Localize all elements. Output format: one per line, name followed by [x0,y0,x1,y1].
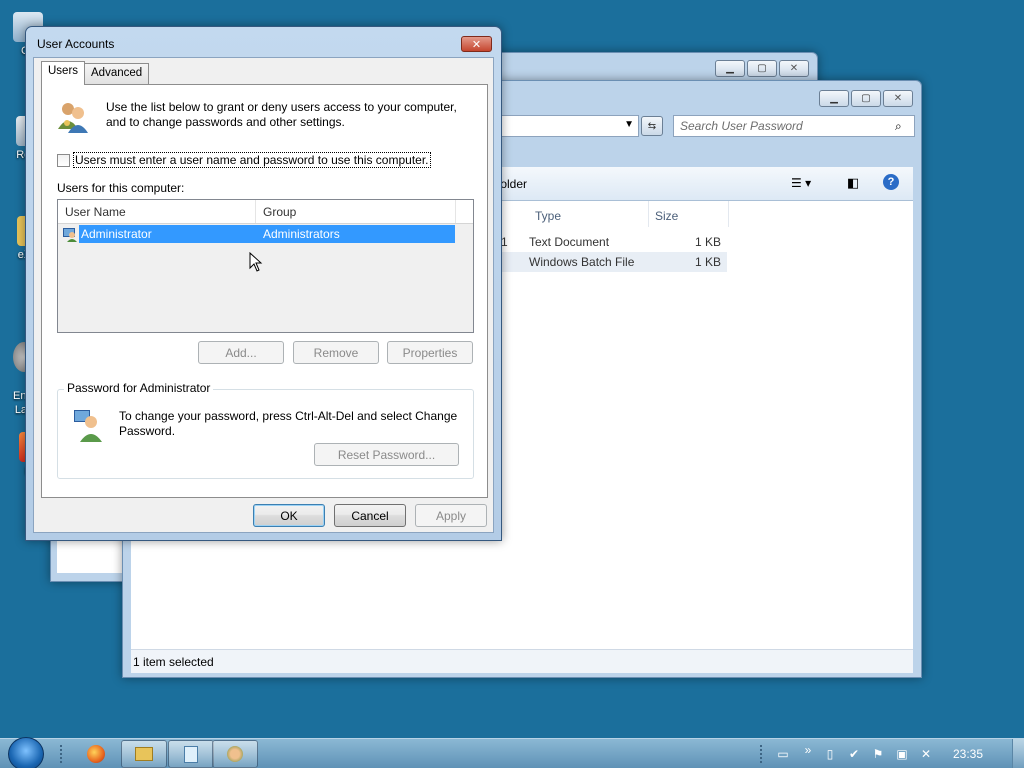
password-text: To change your password, press Ctrl-Alt-… [119,409,458,438]
ok-button[interactable]: OK [253,504,325,527]
start-button[interactable] [8,737,44,768]
taskbar: ▭ » ▯ ✔ ⚑ ▣ ✕ 23:35 [0,737,1024,768]
caption-buttons: ▁ ▢ ✕ [715,60,809,77]
status-text: 1 item selected [133,655,214,669]
document-icon[interactable]: ▯ [822,747,838,761]
command-bar: folder ☰ ▾ ◧ ? [493,167,913,201]
notepad-taskbar-button[interactable] [168,740,214,768]
user-icon [63,228,77,242]
taskbar-grip[interactable] [60,745,65,763]
column-header-group[interactable]: Group [256,200,456,223]
tab-users[interactable]: Users [41,61,86,85]
require-password-row[interactable]: Users must enter a user name and passwor… [57,152,431,168]
column-header-type[interactable]: Type [529,201,649,227]
close-button[interactable]: ✕ [883,90,913,107]
user-password-icon [74,410,102,442]
chevron-down-icon[interactable]: ▼ [624,119,634,130]
help-icon[interactable]: ? [883,174,899,190]
search-icon[interactable]: ⌕ [895,119,902,134]
volume-muted-icon[interactable]: ✕ [918,747,934,761]
folder-icon [135,747,153,761]
password-group-legend: Password for Administrator [64,381,214,395]
user-accounts-dialog[interactable]: User Accounts ✕ Users Advanced Use the l… [25,26,502,541]
column-header-user-name[interactable]: User Name [58,200,256,223]
intro-text: Use the list below to grant or deny user… [106,100,457,129]
users-list[interactable]: User Name Group Administrator Administra… [57,199,474,333]
column-header-size[interactable]: Size [649,201,729,227]
password-group: Password for Administrator To change you… [57,381,474,479]
clock[interactable]: 23:35 [948,747,988,761]
file-size: 1 KB [694,235,721,249]
maximize-button[interactable]: ▢ [851,90,881,107]
file-type: Text Document [529,235,610,249]
flag-icon[interactable]: ⚑ [870,747,886,761]
cell-user-name: Administrator [81,227,152,241]
minimize-button[interactable]: ▁ [715,60,745,77]
properties-button[interactable]: Properties [387,341,473,364]
address-bar[interactable]: ▼ [493,115,639,137]
close-button[interactable]: ✕ [779,60,809,77]
dialog-title: User Accounts [37,37,115,51]
list-header: User Name Group [58,200,473,224]
tab-advanced[interactable]: Advanced [84,63,150,84]
status-bar: 1 item selected [131,649,913,673]
firefox-icon[interactable] [73,740,119,768]
require-password-checkbox[interactable] [57,153,70,167]
network-icon[interactable]: ▣ [894,747,910,761]
users-icon [227,746,243,762]
users-list-label: Users for this computer: [57,181,185,195]
dialog-client: Users Advanced Use the list below to gra… [33,57,494,533]
users-icon [58,103,88,133]
maximize-button[interactable]: ▢ [747,60,777,77]
require-password-label[interactable]: Users must enter a user name and passwor… [73,152,431,168]
views-icon[interactable]: ☰ ▾ [791,176,811,190]
add-user-button[interactable]: Add... [198,341,284,364]
desktop-toolbar-icon[interactable]: ▭ [775,747,791,761]
file-type: Windows Batch File [529,255,635,269]
explorer-taskbar-button[interactable] [121,740,167,768]
apply-button[interactable]: Apply [415,504,487,527]
security-icon[interactable]: ✔ [846,747,862,761]
chevron-right-icon[interactable]: » [800,743,816,757]
cell-group: Administrators [263,227,340,241]
file-row[interactable]: 1 Text Document 1 KB [501,232,727,252]
user-accounts-taskbar-button[interactable] [212,740,258,768]
preview-pane-icon[interactable]: ◧ [847,175,859,191]
remove-user-button[interactable]: Remove [293,341,379,364]
notepad-icon [184,745,198,763]
search-input[interactable]: Search User Password [673,115,915,137]
close-button[interactable]: ✕ [461,36,492,52]
tray-grip[interactable] [760,745,765,763]
list-item[interactable]: Administrator Administrators [62,225,455,244]
refresh-button[interactable]: ⇆ [641,116,663,136]
cancel-button[interactable]: Cancel [334,504,406,527]
reset-password-button[interactable]: Reset Password... [314,443,459,466]
minimize-button[interactable]: ▁ [819,90,849,107]
file-row[interactable]: Windows Batch File 1 KB [501,252,727,272]
show-desktop-button[interactable] [1012,739,1024,768]
mouse-cursor-icon [249,252,263,272]
users-tab-panel: Use the list below to grant or deny user… [41,84,488,498]
file-size: 1 KB [694,255,721,269]
caption-buttons: ▁ ▢ ✕ [819,90,913,107]
